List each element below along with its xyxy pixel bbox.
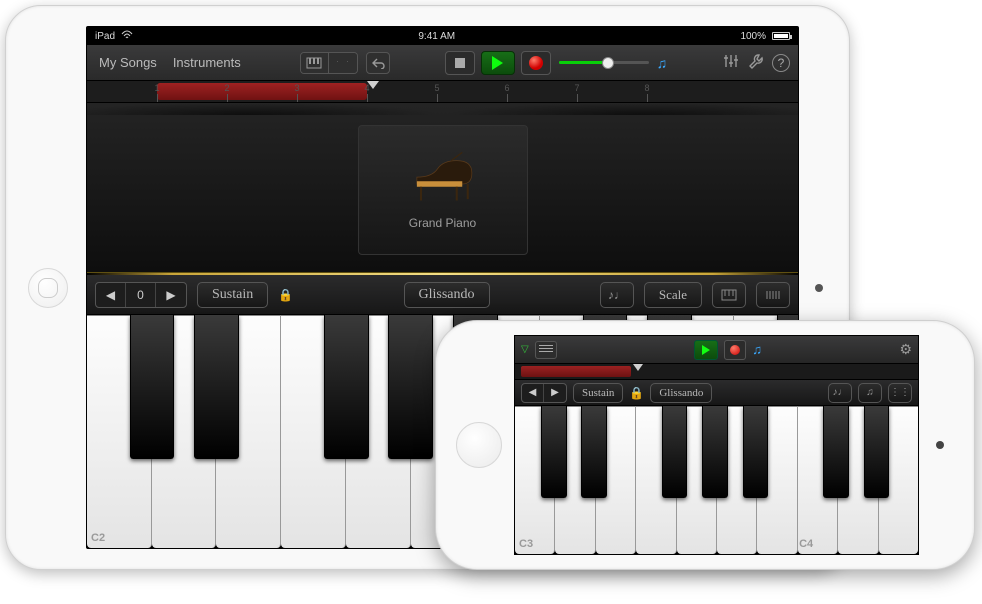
- record-button[interactable]: [724, 340, 746, 360]
- piano-keyboard[interactable]: C3 C4: [515, 406, 918, 554]
- play-button[interactable]: [694, 340, 718, 360]
- keyboard-layout-icon[interactable]: [756, 282, 790, 308]
- view-segment[interactable]: [300, 52, 358, 74]
- keyboard-view-icon[interactable]: [301, 53, 329, 73]
- black-key[interactable]: [823, 406, 848, 498]
- black-key[interactable]: [194, 315, 239, 459]
- octave-up-icon[interactable]: ▶: [156, 283, 186, 307]
- stop-button[interactable]: [445, 51, 475, 75]
- cycle-region[interactable]: [521, 366, 631, 377]
- bar-label: 6: [504, 83, 509, 93]
- browser-toggle-icon[interactable]: ▽: [521, 344, 529, 355]
- black-key[interactable]: [581, 406, 606, 498]
- lock-icon: 🔒: [629, 386, 644, 400]
- black-key[interactable]: [541, 406, 566, 498]
- autoplay-icon[interactable]: ♪♩: [828, 383, 852, 403]
- settings-gear-icon[interactable]: ⚙: [899, 341, 912, 358]
- record-button[interactable]: [521, 51, 551, 75]
- keyboard-layout-icon[interactable]: ⋮⋮: [888, 383, 912, 403]
- my-songs-button[interactable]: My Songs: [95, 53, 161, 72]
- transport-controls: [445, 51, 551, 75]
- settings-wrench-icon[interactable]: [748, 53, 764, 72]
- scale-button[interactable]: Scale: [644, 282, 702, 308]
- sustain-button[interactable]: Sustain: [573, 383, 623, 403]
- timeline-ruler[interactable]: 1 2 3 4 5 6 7 8: [87, 81, 798, 103]
- instruments-button[interactable]: Instruments: [169, 53, 245, 72]
- status-bar: iPad 9:41 AM 100%: [87, 27, 798, 45]
- bar-label: 2: [224, 83, 229, 93]
- octave-value: 0: [126, 283, 156, 307]
- battery-percent: 100%: [740, 31, 766, 42]
- lock-icon: 🔒: [278, 288, 293, 302]
- iphone-home-button[interactable]: [456, 422, 502, 468]
- bar-label: 3: [294, 83, 299, 93]
- note-editor-icon[interactable]: ♫: [752, 342, 762, 357]
- master-volume-slider[interactable]: [559, 61, 649, 64]
- bar-label: 7: [574, 83, 579, 93]
- octave-label: C2: [91, 532, 105, 544]
- black-key[interactable]: [702, 406, 727, 498]
- grand-piano-icon: [408, 151, 478, 206]
- play-button[interactable]: [481, 51, 515, 75]
- bar-label: 1: [154, 83, 159, 93]
- black-key[interactable]: [130, 315, 175, 459]
- black-key[interactable]: [388, 315, 433, 459]
- glissando-button[interactable]: Glissando: [650, 383, 712, 403]
- black-key[interactable]: [324, 315, 369, 459]
- iphone-device: ▽ ♫ ⚙ ◀ ▶ Sustain 🔒 Glissando ♪♩ ♫ ⋮⋮: [435, 320, 975, 570]
- help-button[interactable]: ?: [772, 54, 790, 72]
- device-label: iPad: [95, 31, 115, 42]
- octave-down-icon[interactable]: ◀: [522, 384, 544, 402]
- clock: 9:41 AM: [418, 31, 455, 42]
- ipad-home-button[interactable]: [28, 268, 68, 308]
- bar-label: 4: [364, 83, 369, 93]
- battery-icon: [772, 32, 790, 40]
- keyboard-controls: ◀ 0 ▶ Sustain 🔒 Glissando ♪♩ Scale: [87, 275, 798, 315]
- iphone-screen: ▽ ♫ ⚙ ◀ ▶ Sustain 🔒 Glissando ♪♩ ♫ ⋮⋮: [514, 335, 919, 555]
- tracks-view-icon[interactable]: [535, 341, 557, 359]
- iphone-camera: [936, 441, 944, 449]
- arpeggiator-icon[interactable]: [712, 282, 746, 308]
- black-key[interactable]: [662, 406, 687, 498]
- instrument-name: Grand Piano: [409, 216, 476, 230]
- octave-stepper[interactable]: ◀ ▶: [521, 383, 567, 403]
- timeline-ruler[interactable]: [515, 364, 918, 380]
- bar-label: 5: [434, 83, 439, 93]
- black-key[interactable]: [743, 406, 768, 498]
- glissando-button[interactable]: Glissando: [404, 282, 490, 308]
- bar-label: 8: [644, 83, 649, 93]
- sustain-button[interactable]: Sustain: [197, 282, 268, 308]
- black-key[interactable]: [864, 406, 889, 498]
- ipad-camera: [815, 284, 823, 292]
- cycle-region[interactable]: [157, 83, 367, 100]
- octave-label: C3: [519, 538, 533, 550]
- note-editor-icon[interactable]: ♫: [657, 55, 668, 71]
- instrument-panel: Grand Piano: [87, 103, 798, 273]
- undo-button[interactable]: [366, 52, 390, 74]
- octave-label: C4: [799, 538, 813, 550]
- app-toolbar: ▽ ♫ ⚙: [515, 336, 918, 364]
- arpeggiator-icon[interactable]: ♫: [858, 383, 882, 403]
- octave-down-icon[interactable]: ◀: [96, 283, 126, 307]
- tracks-view-icon[interactable]: [329, 53, 357, 73]
- wifi-icon: [121, 30, 133, 43]
- instrument-selector[interactable]: Grand Piano: [358, 125, 528, 255]
- octave-up-icon[interactable]: ▶: [544, 384, 566, 402]
- app-toolbar: My Songs Instruments: [87, 45, 798, 81]
- autoplay-icon[interactable]: ♪♩: [600, 282, 634, 308]
- mixer-icon[interactable]: [722, 53, 740, 72]
- keyboard-controls: ◀ ▶ Sustain 🔒 Glissando ♪♩ ♫ ⋮⋮: [515, 380, 918, 406]
- octave-stepper[interactable]: ◀ 0 ▶: [95, 282, 187, 308]
